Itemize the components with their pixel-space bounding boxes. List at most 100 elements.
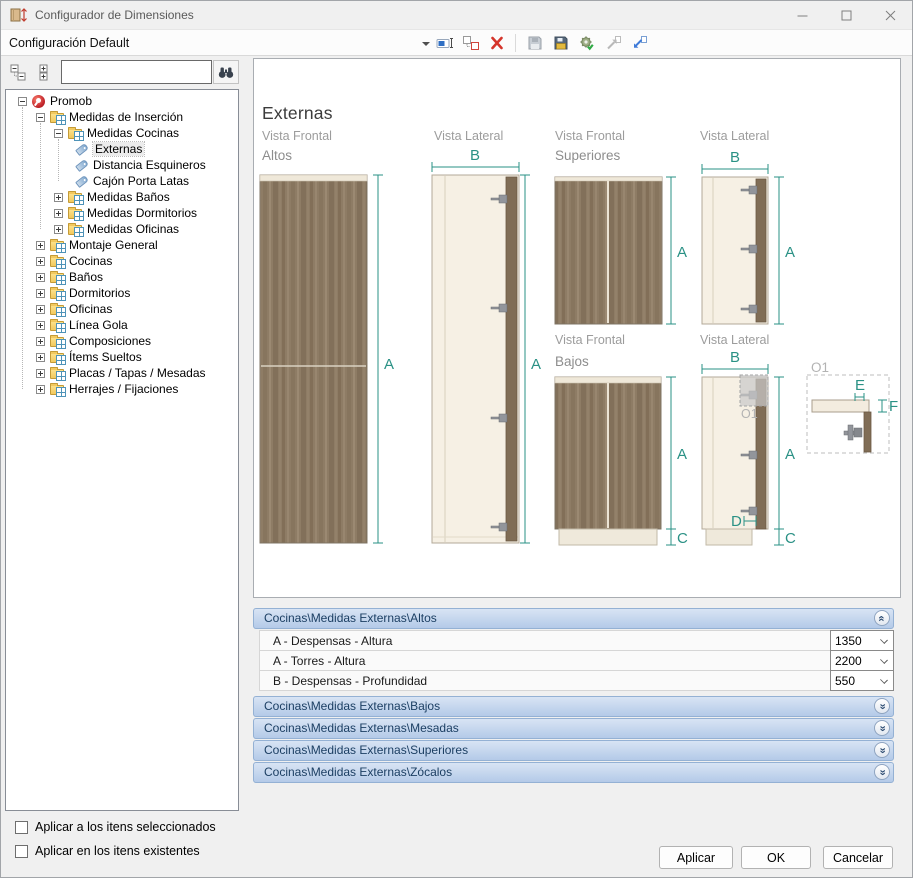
- expand-expander-icon[interactable]: [36, 385, 45, 394]
- expand-expander-icon[interactable]: [54, 193, 63, 202]
- search-input[interactable]: [61, 60, 212, 84]
- expand-section-button[interactable]: »: [874, 742, 890, 758]
- section-header-zocalos[interactable]: Cocinas\Medidas Externas\Zócalos »: [253, 762, 894, 783]
- combo-despensas-profundidad[interactable]: 550: [830, 670, 894, 691]
- config-name[interactable]: Configuración Default: [9, 36, 129, 50]
- delete-config-icon: [488, 35, 506, 51]
- expand-section-button[interactable]: »: [874, 764, 890, 780]
- toolbar-separator: [515, 34, 516, 52]
- tree-item-label: Distancia Esquineros: [93, 158, 206, 172]
- expand-expander-icon[interactable]: [36, 369, 45, 378]
- folder-icon: [50, 369, 64, 379]
- find-button[interactable]: [213, 60, 239, 84]
- tree-item-label: Medidas Oficinas: [87, 222, 179, 236]
- folder-icon: [50, 241, 64, 251]
- expand-all-button[interactable]: [32, 61, 54, 83]
- apply-selected-items-option: Aplicar a los itens seleccionados: [15, 820, 216, 834]
- folder-icon: [50, 273, 64, 283]
- expand-expander-icon[interactable]: [54, 209, 63, 218]
- tree-item-label: Línea Gola: [69, 318, 128, 332]
- delete-config-button[interactable]: [486, 33, 507, 53]
- chevron-down-icon: »: [877, 703, 888, 709]
- tree-item-composiciones[interactable]: Composiciones: [6, 333, 238, 349]
- rename-config-button[interactable]: [434, 33, 455, 53]
- param-row-torres-altura: A - Torres - Altura 2200: [259, 650, 894, 671]
- view-label: Vista Frontal: [555, 333, 625, 347]
- cancel-button-label: Cancelar: [833, 851, 883, 865]
- expand-expander-icon[interactable]: [36, 257, 45, 266]
- tree-item-linea-gola[interactable]: Línea Gola: [6, 317, 238, 333]
- section-title: Cocinas\Medidas Externas\Zócalos: [264, 765, 452, 779]
- folder-icon: [50, 353, 64, 363]
- close-button[interactable]: [868, 1, 912, 29]
- minimize-button[interactable]: [780, 1, 824, 29]
- export-config-button[interactable]: [628, 33, 649, 53]
- copy-config-button[interactable]: [460, 33, 481, 53]
- expand-expander-icon[interactable]: [36, 337, 45, 346]
- apply-selected-items-checkbox[interactable]: [15, 821, 28, 834]
- tree-item-cocinas[interactable]: Cocinas: [6, 253, 238, 269]
- expand-tree-icon: [35, 64, 52, 81]
- expand-expander-icon[interactable]: [54, 225, 63, 234]
- section-header-superiores[interactable]: Cocinas\Medidas Externas\Superiores »: [253, 740, 894, 761]
- save-icon: [526, 35, 544, 51]
- param-label: A - Despensas - Altura: [260, 634, 830, 648]
- tree-item-items-sueltos[interactable]: Ítems Sueltos: [6, 349, 238, 365]
- dimension-line-c: [774, 529, 784, 545]
- section-header-mesadas[interactable]: Cocinas\Medidas Externas\Mesadas »: [253, 718, 894, 739]
- dimension-line-a: [774, 177, 784, 324]
- collapse-expander-icon[interactable]: [54, 129, 63, 138]
- dimension-diagram-panel: Externas Vista Frontal Altos Vista Later…: [253, 58, 901, 598]
- section-header-bajos[interactable]: Cocinas\Medidas Externas\Bajos »: [253, 696, 894, 717]
- combo-despensas-altura[interactable]: 1350: [830, 630, 894, 651]
- dimension-line-a: [774, 377, 784, 529]
- expand-expander-icon[interactable]: [36, 305, 45, 314]
- expand-section-button[interactable]: »: [874, 698, 890, 714]
- expand-expander-icon[interactable]: [36, 353, 45, 362]
- collapse-all-button[interactable]: [7, 61, 29, 83]
- tree-item-dormitorios[interactable]: Dormitorios: [6, 285, 238, 301]
- dimension-configurator-dialog: Configurador de Dimensiones Configuració…: [0, 0, 913, 878]
- collapse-expander-icon[interactable]: [18, 97, 27, 106]
- combo-value: 1350: [831, 634, 862, 648]
- chevron-down-icon: [880, 656, 888, 664]
- tree-item-banos[interactable]: Baños: [6, 269, 238, 285]
- promob-logo-icon: [32, 95, 45, 108]
- section-title: Cocinas\Medidas Externas\Bajos: [264, 699, 440, 713]
- expand-expander-icon[interactable]: [36, 321, 45, 330]
- expand-section-button[interactable]: »: [874, 720, 890, 736]
- group-label-superiores: Superiores: [555, 148, 621, 163]
- tree-item-label: Composiciones: [69, 334, 151, 348]
- save-database-button[interactable]: [550, 33, 571, 53]
- ok-button[interactable]: OK: [741, 846, 811, 869]
- config-dropdown-caret[interactable]: [422, 42, 430, 46]
- tree-item-herrajes-fijaciones[interactable]: Herrajes / Fijaciones: [6, 381, 238, 397]
- altos-parameter-rows: A - Despensas - Altura 1350 A - Torres -…: [259, 630, 894, 691]
- apply-config-button-toolbar[interactable]: [576, 33, 597, 53]
- tree-item-oficinas[interactable]: Oficinas: [6, 301, 238, 317]
- tag-icon: [75, 175, 89, 188]
- tree-item-placas-tapas-mesadas[interactable]: Placas / Tapas / Mesadas: [6, 365, 238, 381]
- maximize-button[interactable]: [824, 1, 868, 29]
- collapse-expander-icon[interactable]: [36, 113, 45, 122]
- tree-item-montaje-general[interactable]: Montaje General: [6, 237, 238, 253]
- dimension-line-a: [666, 377, 676, 529]
- cancel-button[interactable]: Cancelar: [823, 846, 893, 869]
- apply-existing-items-checkbox[interactable]: [15, 845, 28, 858]
- section-title: Cocinas\Medidas Externas\Altos: [264, 611, 437, 625]
- dim-label-a: A: [677, 446, 687, 463]
- expand-expander-icon[interactable]: [36, 273, 45, 282]
- combo-torres-altura[interactable]: 2200: [830, 650, 894, 671]
- titlebar: Configurador de Dimensiones: [1, 1, 912, 29]
- apply-button[interactable]: Aplicar: [659, 846, 733, 869]
- save-config-button[interactable]: [524, 33, 545, 53]
- dimension-line-f: [878, 400, 887, 412]
- expand-expander-icon[interactable]: [36, 241, 45, 250]
- collapse-section-button[interactable]: »: [874, 610, 890, 626]
- expand-expander-icon[interactable]: [36, 289, 45, 298]
- tree-item-label: Cajón Porta Latas: [93, 174, 189, 188]
- tree-item-promob[interactable]: Promob: [6, 93, 238, 109]
- rename-config-icon: [436, 35, 454, 51]
- section-header-altos[interactable]: Cocinas\Medidas Externas\Altos »: [253, 608, 894, 629]
- import-config-button[interactable]: [602, 33, 623, 53]
